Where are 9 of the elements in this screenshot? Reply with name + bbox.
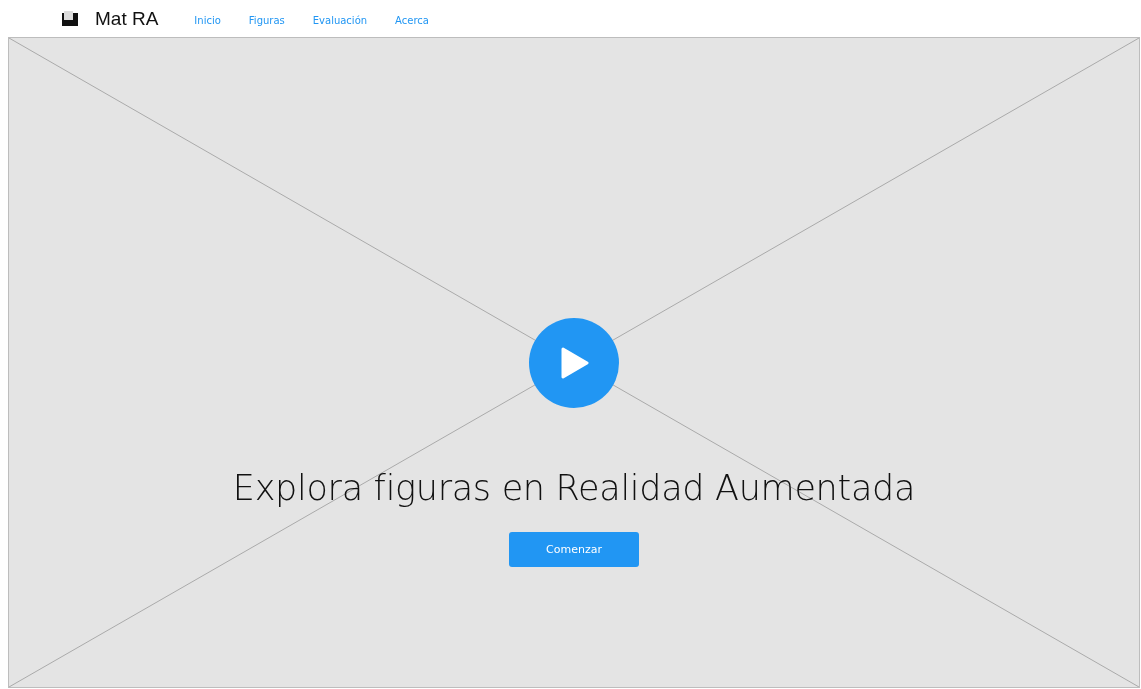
logo-icon bbox=[62, 11, 80, 26]
nav-link[interactable]: Inicio bbox=[194, 15, 221, 26]
play-icon bbox=[559, 347, 589, 379]
hero-title: Explora figuras en Realidad Aumentada bbox=[232, 468, 916, 508]
start-button[interactable]: Comenzar bbox=[509, 532, 639, 567]
nav-link[interactable]: Evaluación bbox=[312, 15, 368, 26]
nav-link[interactable]: Figuras bbox=[248, 15, 285, 26]
brand-name: Mat RA bbox=[95, 7, 159, 30]
nav-link[interactable]: Acerca bbox=[395, 15, 429, 26]
